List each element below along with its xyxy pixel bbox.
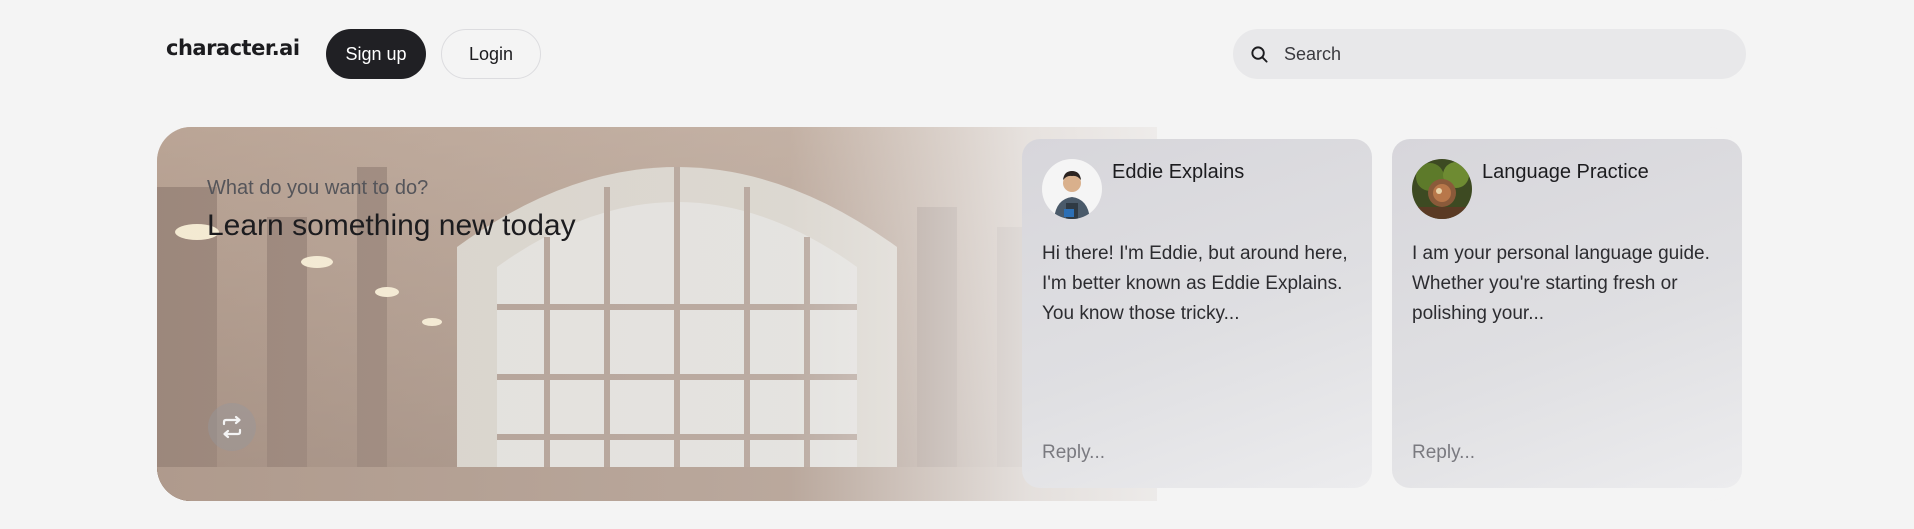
signup-button[interactable]: Sign up xyxy=(326,29,426,79)
character-name: Eddie Explains xyxy=(1112,161,1245,183)
character-card-eddie-explains[interactable]: Eddie Explains Hi there! I'm Eddie, but … xyxy=(1022,139,1372,488)
avatar xyxy=(1412,159,1472,219)
character-description: I am your personal language guide. Wheth… xyxy=(1412,243,1710,324)
character-card-language-practice[interactable]: Language Practice I am your personal lan… xyxy=(1392,139,1742,488)
reply-input[interactable]: Reply... xyxy=(1042,442,1105,464)
hero-title: Learn something new today xyxy=(207,209,576,242)
shuffle-button[interactable] xyxy=(208,403,256,451)
search-bar[interactable] xyxy=(1233,29,1746,79)
shuffle-icon xyxy=(222,415,242,439)
character-description: Hi there! I'm Eddie, but around here, I'… xyxy=(1042,243,1348,324)
search-input[interactable] xyxy=(1282,42,1726,66)
avatar xyxy=(1042,159,1102,219)
reply-input[interactable]: Reply... xyxy=(1412,442,1475,464)
search-icon xyxy=(1250,44,1270,64)
hero-subtitle: What do you want to do? xyxy=(207,177,429,199)
character-name: Language Practice xyxy=(1482,161,1649,183)
login-button[interactable]: Login xyxy=(441,29,541,79)
logo[interactable]: character.ai xyxy=(166,36,300,60)
